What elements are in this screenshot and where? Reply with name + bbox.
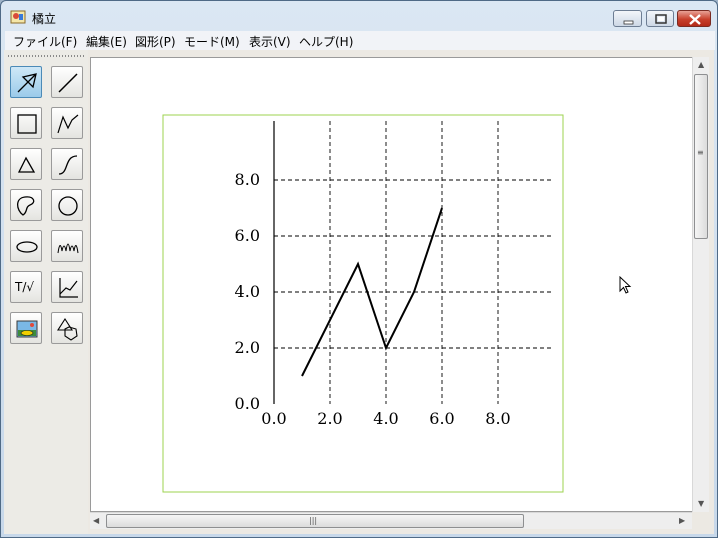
y-tick-label: 2.0 <box>235 338 260 357</box>
x-tick-label: 0.0 <box>261 409 286 428</box>
scroll-down-icon[interactable]: ▼ <box>698 499 704 508</box>
mouse-cursor-icon <box>619 276 632 294</box>
y-tick-label: 0.0 <box>235 394 260 413</box>
x-tick-label: 4.0 <box>373 409 398 428</box>
x-tick-label: 6.0 <box>429 409 454 428</box>
scroll-right-icon[interactable]: ▶ <box>679 516 685 525</box>
y-tick-label: 6.0 <box>235 226 260 245</box>
scroll-up-icon[interactable]: ▲ <box>698 60 704 69</box>
chart-frame <box>162 114 564 493</box>
vertical-thumb-grip: ≡ <box>697 148 704 157</box>
y-tick-label: 8.0 <box>235 170 260 189</box>
x-tick-label: 2.0 <box>317 409 342 428</box>
x-tick-label: 8.0 <box>485 409 510 428</box>
scroll-left-icon[interactable]: ◀ <box>93 516 99 525</box>
vertical-scroll-thumb[interactable]: ≡ <box>694 74 708 239</box>
line-chart[interactable]: 0.0 2.0 4.0 6.0 8.0 0.0 2.0 4.0 6.0 8.0 <box>0 0 718 538</box>
horizontal-scroll-thumb[interactable]: ||| <box>106 514 524 528</box>
horizontal-thumb-grip: ||| <box>309 516 318 525</box>
vertical-scrollbar[interactable]: ▲ ≡ ▼ <box>692 57 709 512</box>
horizontal-scrollbar[interactable]: ◀ ||| ▶ <box>90 512 692 529</box>
scrollbar-corner <box>692 512 709 529</box>
y-tick-label: 4.0 <box>235 282 260 301</box>
